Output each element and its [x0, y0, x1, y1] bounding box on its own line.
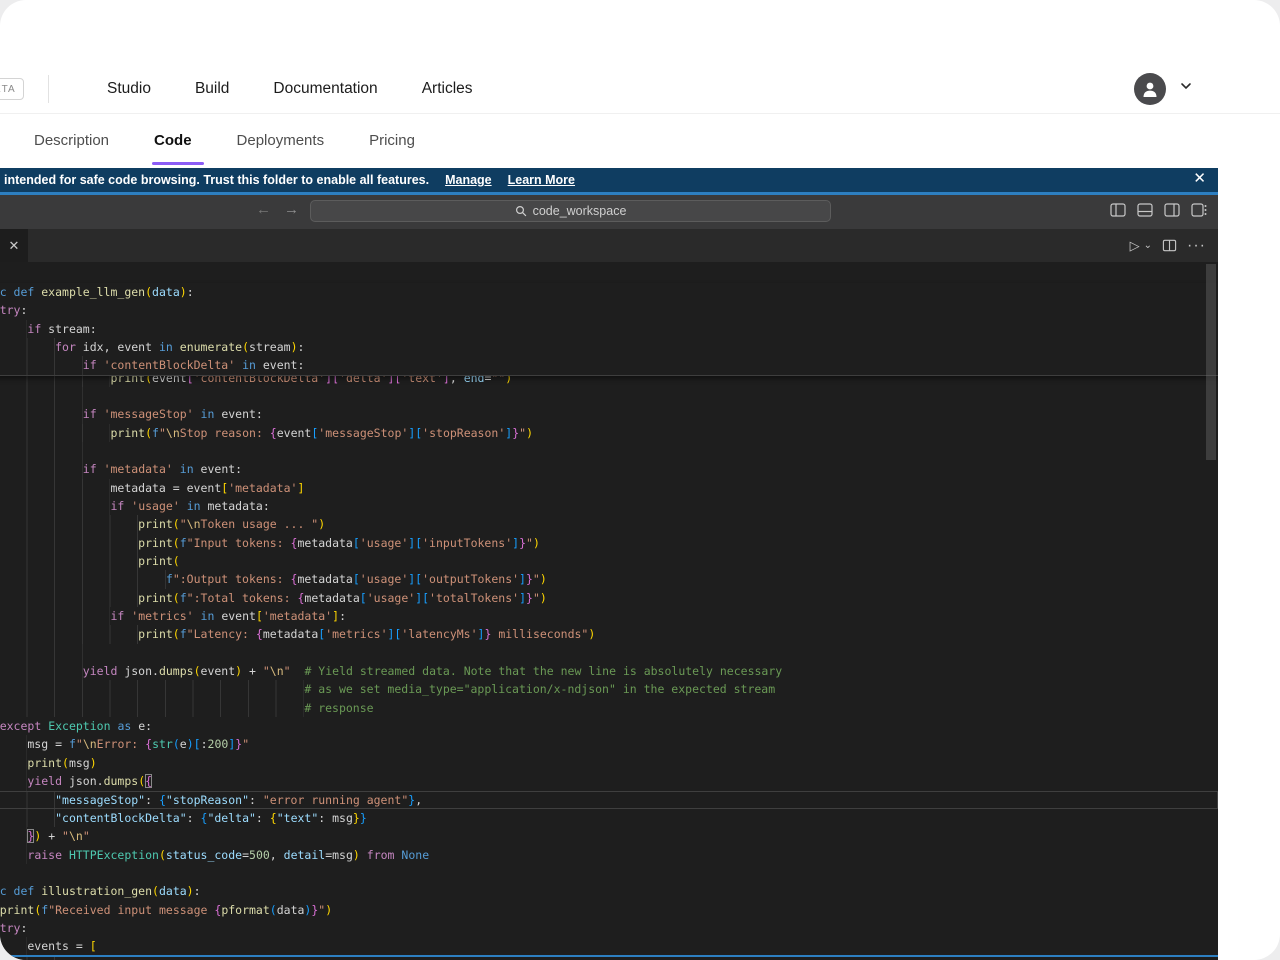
chevron-down-icon[interactable]	[1179, 79, 1193, 98]
banner-close-icon[interactable]: ✕	[1193, 169, 1206, 187]
status-bar-edge	[0, 955, 1218, 958]
tab-code[interactable]: Code	[154, 132, 192, 149]
code-line	[0, 864, 1218, 882]
code-line: if 'usage' in metadata:	[0, 497, 1218, 515]
code-line: yield json.dumps({	[0, 772, 1218, 790]
tab-code-label: Code	[154, 132, 192, 149]
code-line: print(f"Input tokens: {metadata['usage']…	[0, 534, 1218, 552]
code-line: # as we set media_type="application/x-nd…	[0, 680, 1218, 698]
split-editor-icon[interactable]	[1162, 238, 1177, 253]
code-line	[0, 442, 1218, 460]
toggle-sidebar-icon[interactable]	[1109, 201, 1127, 219]
tab-deployments[interactable]: Deployments	[237, 132, 325, 149]
search-icon	[515, 205, 527, 217]
code-line: print(f":Total tokens: {metadata['usage'…	[0, 589, 1218, 607]
nav-studio[interactable]: Studio	[107, 80, 151, 98]
banner-learn-more-link[interactable]: Learn More	[508, 173, 575, 187]
code-content: print(event['contentBlockDelta']['delta'…	[0, 369, 1218, 960]
person-icon	[1140, 79, 1160, 99]
code-line: "messageStop": {"stopReason": "error run…	[0, 791, 1218, 809]
top-navigation: ETA Studio Build Documentation Articles	[0, 65, 1280, 113]
tab-pricing[interactable]: Pricing	[369, 132, 415, 149]
code-line: print(f"\nStop reason: {event['messageSt…	[0, 424, 1218, 442]
code-editor[interactable]: print(event['contentBlockDelta']['delta'…	[0, 262, 1218, 960]
code-line: for idx, event in enumerate(stream):	[0, 338, 1218, 356]
code-line: f":Output tokens: {metadata['usage']['ou…	[0, 570, 1218, 588]
editor-tab-bar: ✕ ▷ ⌄ ···	[0, 229, 1218, 262]
nav-items: Studio Build Documentation Articles	[107, 80, 473, 98]
toggle-panel-icon[interactable]	[1136, 201, 1154, 219]
run-icon[interactable]: ▷	[1130, 238, 1140, 254]
vscode-titlebar: ← → code_workspace	[0, 192, 1218, 229]
banner-message: intended for safe code browsing. Trust t…	[4, 173, 429, 187]
code-line: print(f"Received input message {pformat(…	[0, 901, 1218, 919]
code-line: async def example_llm_gen(data):	[0, 283, 1218, 301]
code-line: if 'contentBlockDelta' in event:	[0, 356, 1218, 374]
code-line: if 'metadata' in event:	[0, 460, 1218, 478]
code-line: "contentBlockDelta": {"delta": {"text": …	[0, 809, 1218, 827]
code-line: async def illustration_gen(data):	[0, 882, 1218, 900]
app-window: ETA Studio Build Documentation Articles …	[0, 0, 1280, 960]
code-line: print(msg)	[0, 754, 1218, 772]
nav-articles[interactable]: Articles	[422, 80, 473, 98]
editor-tab-close-icon[interactable]: ✕	[0, 229, 28, 262]
editor-actions: ▷ ⌄ ···	[1130, 229, 1206, 262]
avatar[interactable]	[1134, 73, 1166, 105]
command-center-search[interactable]: code_workspace	[310, 200, 831, 222]
code-line: raise HTTPException(status_code=500, det…	[0, 846, 1218, 864]
restricted-mode-banner: intended for safe code browsing. Trust t…	[0, 168, 1218, 192]
code-line: print(	[0, 552, 1218, 570]
code-line: msg = f"\nError: {str(e)[:200]}"	[0, 735, 1218, 753]
code-line	[0, 644, 1218, 662]
beta-badge: ETA	[0, 78, 24, 100]
run-chevron-icon[interactable]: ⌄	[1144, 240, 1152, 251]
forward-arrow-icon[interactable]: →	[284, 201, 299, 218]
nav-divider	[48, 75, 49, 103]
layout-controls	[1109, 201, 1208, 219]
vertical-scrollbar[interactable]	[1206, 264, 1216, 460]
code-line: # response	[0, 699, 1218, 717]
code-line: yield json.dumps(event) + "\n" # Yield s…	[0, 662, 1218, 680]
code-line: }) + "\n"	[0, 827, 1218, 845]
code-line: if 'messageStop' in event:	[0, 405, 1218, 423]
code-line: if 'metrics' in event['metadata']:	[0, 607, 1218, 625]
page-tabs: Description Code Deployments Pricing	[0, 114, 1280, 149]
banner-manage-link[interactable]: Manage	[445, 173, 492, 187]
customize-layout-icon[interactable]	[1190, 201, 1208, 219]
sticky-scroll: async def example_llm_gen(data): try: if…	[0, 283, 1218, 376]
code-line: print("\nToken usage ... ")	[0, 515, 1218, 533]
code-line: metadata = event['metadata']	[0, 479, 1218, 497]
search-value: code_workspace	[533, 204, 627, 218]
nav-documentation[interactable]: Documentation	[273, 80, 377, 98]
code-line: events = [	[0, 937, 1218, 955]
back-arrow-icon[interactable]: ←	[256, 201, 271, 218]
active-tab-underline	[152, 162, 204, 165]
page-tabs-row: Description Code Deployments Pricing Pub…	[0, 113, 1280, 169]
code-line	[0, 387, 1218, 405]
code-line: print(f"Latency: {metadata['metrics']['l…	[0, 625, 1218, 643]
nav-build[interactable]: Build	[195, 80, 229, 98]
code-line: try:	[0, 301, 1218, 319]
editor-more-icon[interactable]: ···	[1187, 237, 1206, 255]
toggle-secondary-sidebar-icon[interactable]	[1163, 201, 1181, 219]
code-line: try:	[0, 919, 1218, 937]
tab-description[interactable]: Description	[34, 132, 109, 149]
progress-line	[0, 192, 1218, 195]
code-line: except Exception as e:	[0, 717, 1218, 735]
code-line: if stream:	[0, 320, 1218, 338]
vscode-workbench: intended for safe code browsing. Trust t…	[0, 168, 1218, 960]
